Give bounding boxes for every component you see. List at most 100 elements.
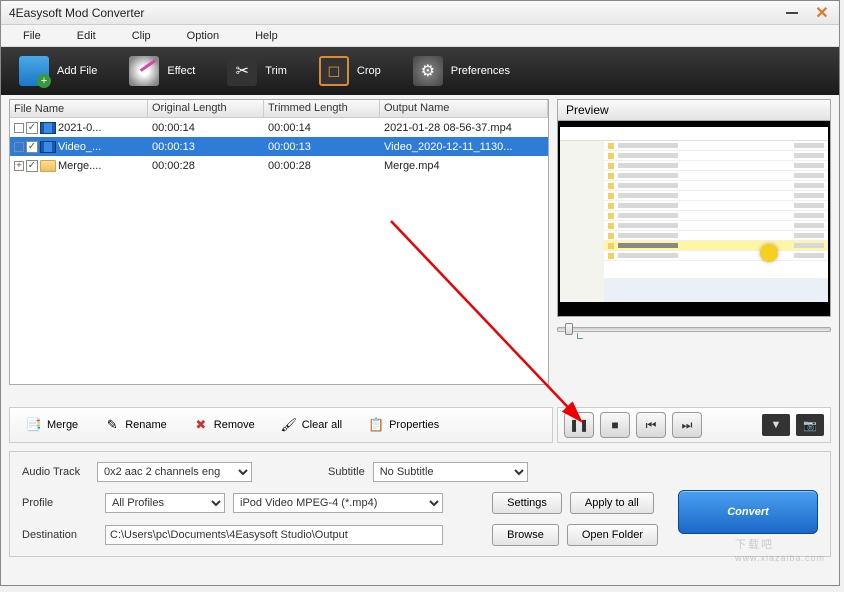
row-checkbox[interactable]: ✓: [26, 160, 38, 172]
trimmed-length-cell: 00:00:13: [264, 140, 380, 154]
trim-button[interactable]: ✂ Trim: [227, 56, 287, 86]
col-output-name[interactable]: Output Name: [380, 100, 548, 117]
rename-button[interactable]: ✎ Rename: [92, 413, 179, 437]
browse-button[interactable]: Browse: [492, 524, 559, 546]
file-name-cell: 2021-0...: [58, 122, 101, 134]
menu-file[interactable]: File: [5, 27, 59, 45]
trim-label: Trim: [265, 65, 287, 77]
effect-button[interactable]: Effect: [129, 56, 195, 86]
open-folder-button[interactable]: Open Folder: [567, 524, 658, 546]
preferences-label: Preferences: [451, 65, 510, 77]
settings-panel: Audio Track 0x2 aac 2 channels eng Subti…: [9, 451, 831, 557]
output-name-cell: Video_2020-12-11_1130...: [380, 140, 548, 154]
row-checkbox[interactable]: ✓: [26, 122, 38, 134]
merge-label: Merge: [47, 419, 78, 431]
close-button[interactable]: ✕: [813, 6, 831, 20]
effect-label: Effect: [167, 65, 195, 77]
app-window: 4Easysoft Mod Converter ✕ File Edit Clip…: [0, 0, 840, 586]
menu-clip[interactable]: Clip: [114, 27, 169, 45]
audio-track-label: Audio Track: [22, 466, 89, 478]
add-file-button[interactable]: Add File: [19, 56, 97, 86]
apply-to-all-button[interactable]: Apply to all: [570, 492, 654, 514]
trimmed-length-cell: 00:00:14: [264, 121, 380, 135]
original-length-cell: 00:00:28: [148, 159, 264, 173]
film-icon: [40, 122, 56, 134]
add-file-label: Add File: [57, 65, 97, 77]
folder-icon: [40, 160, 56, 172]
output-name-cell: 2021-01-28 08-56-37.mp4: [380, 121, 548, 135]
profile-category-select[interactable]: All Profiles: [105, 493, 225, 513]
remove-button[interactable]: ✖ Remove: [181, 413, 267, 437]
preview-label: Preview: [557, 99, 831, 120]
file-list[interactable]: File Name Original Length Trimmed Length…: [9, 99, 549, 385]
rename-label: Rename: [125, 419, 167, 431]
destination-input[interactable]: [105, 525, 443, 545]
menu-option[interactable]: Option: [169, 27, 237, 45]
preview-scrubber[interactable]: [557, 323, 831, 333]
settings-button[interactable]: Settings: [492, 492, 562, 514]
subtitle-select[interactable]: No Subtitle: [373, 462, 528, 482]
col-original-length[interactable]: Original Length: [148, 100, 264, 117]
snapshot-button[interactable]: ▼: [762, 414, 790, 436]
playback-toolbar: ❚❚ ■ ⏮ ⏭ ▼ 📷: [557, 407, 831, 443]
convert-button[interactable]: Convert: [678, 490, 818, 534]
preferences-button[interactable]: ⚙ Preferences: [413, 56, 510, 86]
file-name-cell: Video_...: [58, 141, 101, 153]
file-list-header: File Name Original Length Trimmed Length…: [10, 100, 548, 118]
title-bar: 4Easysoft Mod Converter ✕: [1, 1, 839, 25]
remove-icon: ✖: [193, 417, 209, 433]
original-length-cell: 00:00:13: [148, 140, 264, 154]
convert-label: Convert: [727, 506, 769, 518]
main-toolbar: Add File Effect ✂ Trim ◻ Crop ⚙ Preferen…: [1, 47, 839, 95]
expand-toggle[interactable]: +: [14, 161, 24, 171]
next-button[interactable]: ⏭: [672, 412, 702, 438]
crop-label: Crop: [357, 65, 381, 77]
trimmed-length-cell: 00:00:28: [264, 159, 380, 173]
action-toolbar: 📑 Merge ✎ Rename ✖ Remove 🖌 Clear all 📋 …: [9, 407, 553, 443]
scrubber-marker: [577, 333, 583, 339]
effect-icon: [129, 56, 159, 86]
file-name-cell: Merge....: [58, 160, 101, 172]
subtitle-label: Subtitle: [328, 466, 365, 478]
audio-track-select[interactable]: 0x2 aac 2 channels eng: [97, 462, 252, 482]
merge-icon: 📑: [26, 417, 42, 433]
clear-all-button[interactable]: 🖌 Clear all: [269, 413, 354, 437]
merge-button[interactable]: 📑 Merge: [14, 413, 90, 437]
camera-button[interactable]: 📷: [796, 414, 824, 436]
table-row[interactable]: +✓Merge....00:00:2800:00:28Merge.mp4: [10, 156, 548, 175]
properties-button[interactable]: 📋 Properties: [356, 413, 451, 437]
scrubber-thumb[interactable]: [565, 323, 573, 335]
prev-button[interactable]: ⏮: [636, 412, 666, 438]
table-row[interactable]: ✓Video_...00:00:1300:00:13Video_2020-12-…: [10, 137, 548, 156]
rename-icon: ✎: [104, 417, 120, 433]
crop-button[interactable]: ◻ Crop: [319, 56, 381, 86]
crop-icon: ◻: [319, 56, 349, 86]
menu-edit[interactable]: Edit: [59, 27, 114, 45]
preview-frame: [560, 127, 828, 302]
add-file-icon: [19, 56, 49, 86]
minimize-button[interactable]: [783, 6, 801, 20]
profile-label: Profile: [22, 497, 97, 509]
properties-icon: 📋: [368, 417, 384, 433]
col-trimmed-length[interactable]: Trimmed Length: [264, 100, 380, 117]
output-name-cell: Merge.mp4: [380, 159, 548, 173]
window-title: 4Easysoft Mod Converter: [9, 6, 144, 20]
preview-viewport[interactable]: [557, 120, 831, 317]
original-length-cell: 00:00:14: [148, 121, 264, 135]
table-row[interactable]: ✓2021-0...00:00:1400:00:142021-01-28 08-…: [10, 118, 548, 137]
menu-help[interactable]: Help: [237, 27, 296, 45]
profile-format-select[interactable]: iPod Video MPEG-4 (*.mp4): [233, 493, 443, 513]
film-icon: [40, 141, 56, 153]
expand-toggle[interactable]: [14, 142, 24, 152]
row-checkbox[interactable]: ✓: [26, 141, 38, 153]
col-filename[interactable]: File Name: [10, 100, 148, 117]
clear-all-label: Clear all: [302, 419, 342, 431]
properties-label: Properties: [389, 419, 439, 431]
clear-icon: 🖌: [281, 417, 297, 433]
pause-button[interactable]: ❚❚: [564, 412, 594, 438]
menu-bar: File Edit Clip Option Help: [1, 25, 839, 47]
destination-label: Destination: [22, 529, 97, 541]
stop-button[interactable]: ■: [600, 412, 630, 438]
expand-toggle[interactable]: [14, 123, 24, 133]
gear-icon: ⚙: [413, 56, 443, 86]
